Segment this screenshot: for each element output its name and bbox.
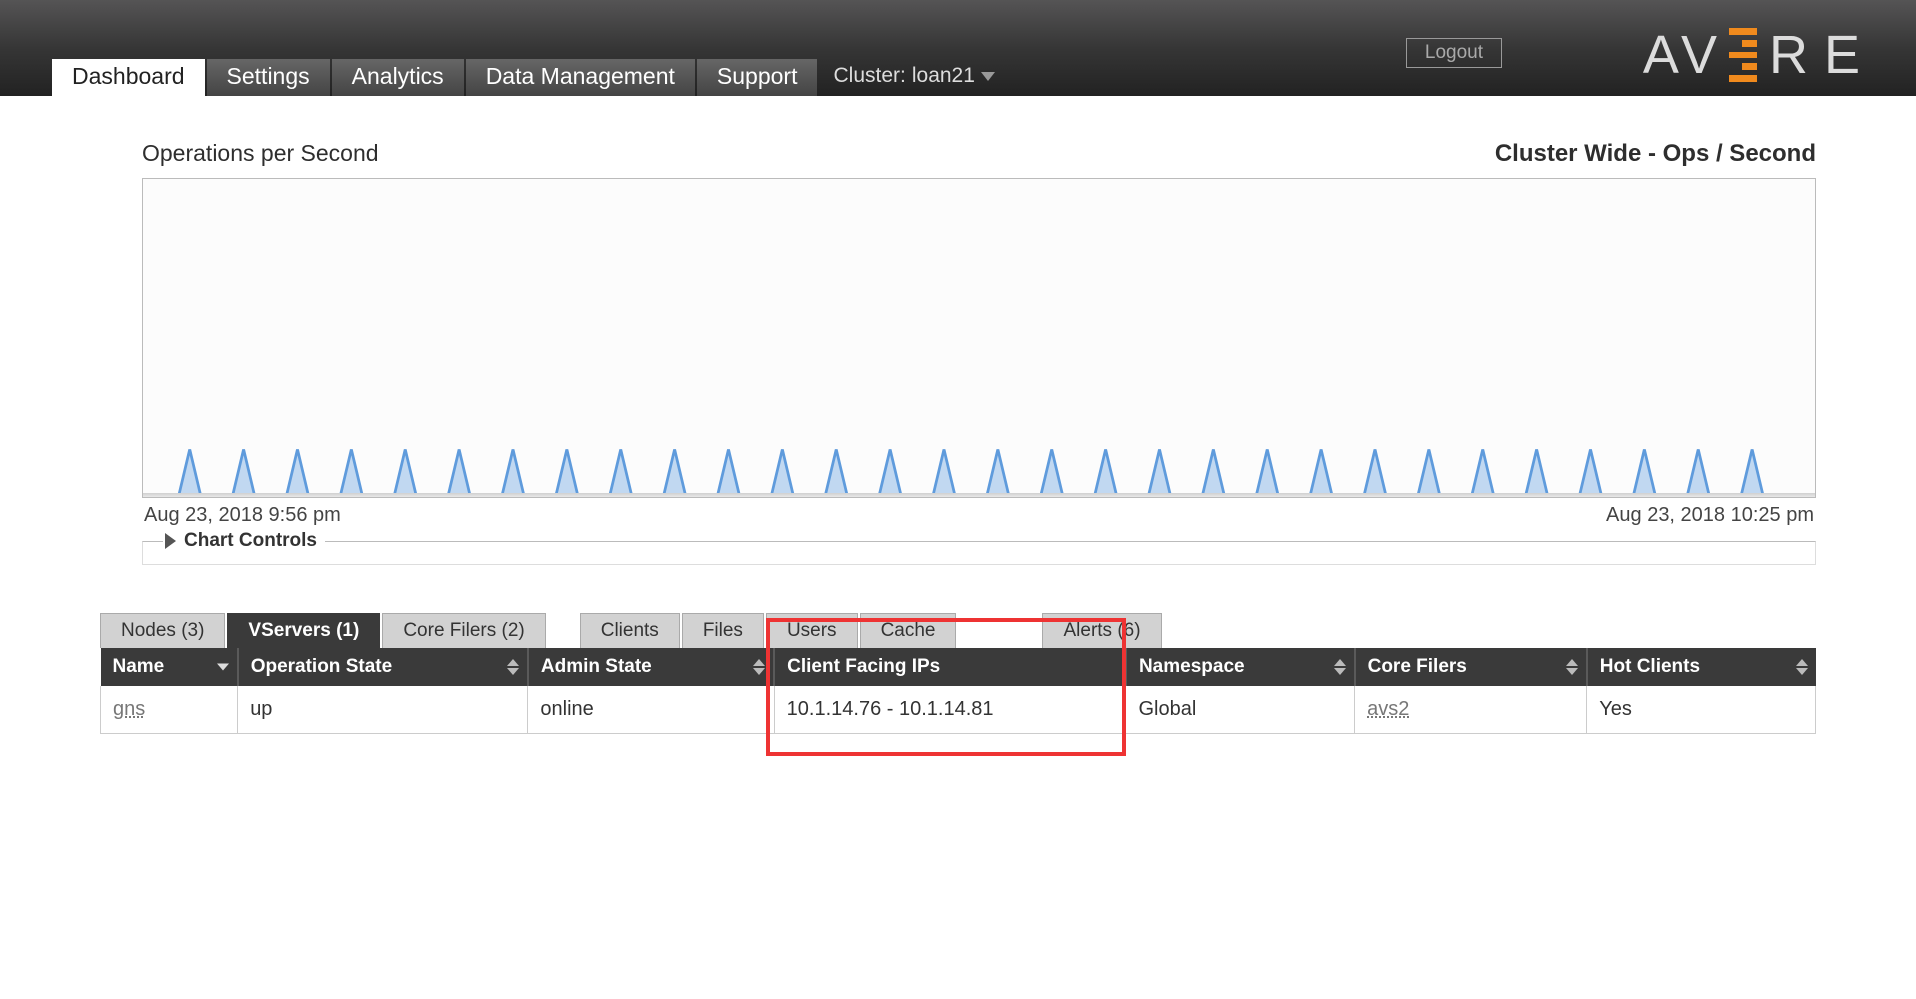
chevron-down-icon [981, 72, 995, 81]
subtab-vservers[interactable]: VServers (1) [227, 613, 380, 648]
col-operation-state[interactable]: Operation State [238, 648, 528, 686]
chart-controls-panel[interactable]: Chart Controls [142, 541, 1816, 565]
page-content: Operations per Second Cluster Wide - Ops… [0, 96, 1916, 734]
subtab-clients[interactable]: Clients [580, 613, 680, 648]
tab-dashboard[interactable]: Dashboard [52, 59, 205, 96]
tab-settings[interactable]: Settings [207, 59, 330, 96]
x-axis-start: Aug 23, 2018 9:56 pm [144, 504, 341, 527]
x-axis-end: Aug 23, 2018 10:25 pm [1606, 504, 1814, 527]
cell-admin-state: online [528, 686, 774, 734]
subtab-cache[interactable]: Cache [860, 613, 957, 648]
col-core-filers[interactable]: Core Filers [1355, 648, 1587, 686]
sort-asc-icon [1796, 659, 1808, 666]
cluster-prefix: Cluster: [833, 64, 905, 88]
chart-svg [143, 179, 1815, 497]
chart-title-right: Cluster Wide - Ops / Second [1495, 140, 1816, 168]
col-hot-clients[interactable]: Hot Clients [1587, 648, 1816, 686]
tab-support[interactable]: Support [697, 59, 818, 96]
cluster-name: loan21 [912, 64, 975, 88]
col-admin-state[interactable]: Admin State [528, 648, 774, 686]
sort-desc-icon [1566, 668, 1578, 675]
sort-asc-icon [1334, 659, 1346, 666]
table-row: gns up online 10.1.14.76 - 10.1.14.81 Gl… [101, 686, 1816, 734]
chart-controls-label: Chart Controls [184, 530, 317, 552]
subtab-alerts[interactable]: Alerts (6) [1042, 613, 1161, 648]
tab-analytics[interactable]: Analytics [332, 59, 464, 96]
sort-asc-icon [507, 659, 519, 666]
sort-desc-icon [1796, 668, 1808, 675]
tab-data-management[interactable]: Data Management [466, 59, 695, 96]
sort-desc-icon [217, 664, 229, 671]
sort-desc-icon [753, 668, 765, 675]
vserver-link[interactable]: gns [113, 698, 145, 720]
brand-logo: A V R E [1643, 28, 1860, 82]
vservers-table: Name Operation State Admin State Cl [100, 648, 1816, 734]
cell-operation-state: up [238, 686, 528, 734]
col-namespace[interactable]: Namespace [1126, 648, 1355, 686]
subtab-core-filers[interactable]: Core Filers (2) [382, 613, 545, 648]
sort-asc-icon [1566, 659, 1578, 666]
sort-desc-icon [507, 668, 519, 675]
core-filer-link[interactable]: avs2 [1367, 698, 1409, 720]
cell-client-facing-ips: 10.1.14.76 - 10.1.14.81 [774, 686, 1126, 734]
logout-button[interactable]: Logout [1406, 38, 1502, 68]
sort-asc-icon [753, 659, 765, 666]
col-client-facing-ips[interactable]: Client Facing IPs [774, 648, 1126, 686]
col-name[interactable]: Name [101, 648, 238, 686]
cell-name: gns [101, 686, 238, 734]
cluster-selector[interactable]: Cluster: loan21 [819, 58, 1008, 96]
chart-title-left: Operations per Second [142, 140, 379, 167]
chart-plot-area: 1 0 [142, 178, 1816, 498]
subtab-files[interactable]: Files [682, 613, 764, 648]
chart-header: Operations per Second Cluster Wide - Ops… [100, 140, 1816, 168]
main-tabs: Dashboard Settings Analytics Data Manage… [52, 58, 1009, 96]
cell-hot-clients: Yes [1587, 686, 1816, 734]
lower-section: Nodes (3) VServers (1) Core Filers (2) C… [100, 613, 1816, 734]
expand-icon [165, 533, 176, 549]
chart-baseline [143, 493, 1815, 497]
brand-e-icon [1729, 28, 1757, 82]
sort-desc-icon [1334, 668, 1346, 675]
subtab-nodes[interactable]: Nodes (3) [100, 613, 225, 648]
cell-core-filers: avs2 [1355, 686, 1587, 734]
top-bar: Logout A V R E Dashboard Settings Analyt… [0, 0, 1916, 96]
sub-tabs: Nodes (3) VServers (1) Core Filers (2) C… [100, 613, 1816, 648]
subtab-users[interactable]: Users [766, 613, 858, 648]
cell-namespace: Global [1126, 686, 1355, 734]
